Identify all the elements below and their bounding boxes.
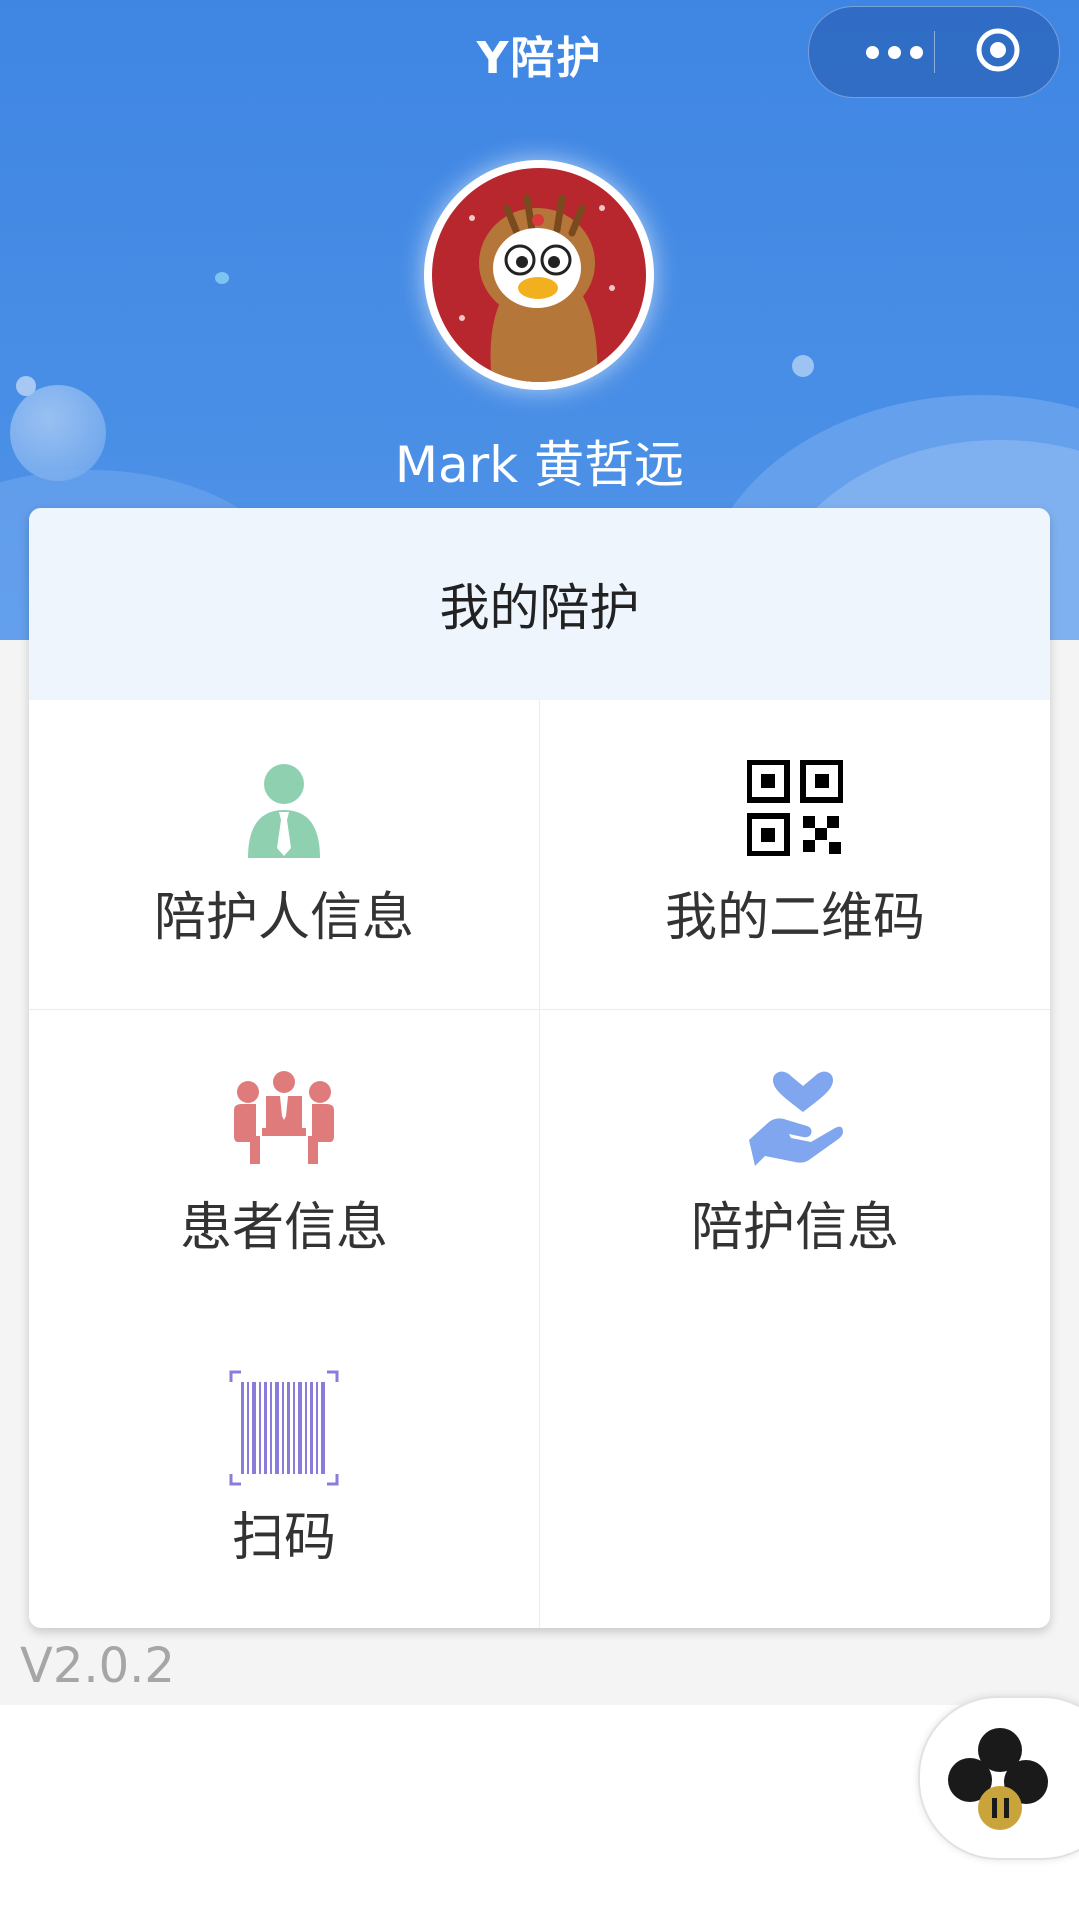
menu-grid: 陪护人信息 我的二维码 患者信息 陪护信息 扫码 — [29, 700, 1050, 1628]
footer-area — [0, 1705, 1079, 1920]
floating-app-icon — [948, 1728, 1048, 1830]
menu-item-caregiver-info[interactable]: 陪护人信息 — [29, 700, 539, 1009]
decor-bubble-right — [792, 355, 814, 377]
menu-label: 患者信息 — [179, 1198, 388, 1258]
menu-label: 陪护信息 — [690, 1198, 899, 1258]
barcode-scan-icon — [229, 1370, 339, 1486]
decor-bubble-small — [16, 376, 36, 396]
more-dots-icon[interactable] — [849, 35, 939, 69]
decor-bubble-tiny — [215, 272, 229, 284]
avatar-image — [432, 168, 646, 382]
menu-label: 我的二维码 — [664, 888, 925, 948]
patients-group-icon — [234, 1071, 334, 1164]
my-care-card: 我的陪护 陪护人信息 我的二维码 患者信息 陪护信息 扫码 — [29, 508, 1050, 1628]
menu-item-care-info[interactable]: 陪护信息 — [540, 1010, 1050, 1319]
menu-item-scan-code[interactable]: 扫码 — [29, 1320, 539, 1628]
target-circle-icon[interactable] — [975, 27, 1021, 73]
qr-code-icon — [747, 760, 843, 856]
menu-item-my-qr-code[interactable]: 我的二维码 — [540, 700, 1050, 1009]
mini-program-capsule — [808, 6, 1060, 98]
floating-app-button[interactable] — [918, 1696, 1079, 1860]
capsule-divider — [934, 31, 935, 73]
menu-item-patient-info[interactable]: 患者信息 — [29, 1010, 539, 1319]
card-title: 我的陪护 — [29, 508, 1050, 700]
caregiver-person-icon — [248, 764, 320, 858]
menu-label: 扫码 — [231, 1508, 336, 1568]
version-text: V2.0.2 — [20, 1638, 175, 1694]
menu-label: 陪护人信息 — [153, 888, 414, 948]
avatar[interactable] — [424, 160, 654, 390]
heart-hand-icon — [749, 1071, 843, 1166]
user-name: Mark 黄哲远 — [394, 436, 685, 494]
